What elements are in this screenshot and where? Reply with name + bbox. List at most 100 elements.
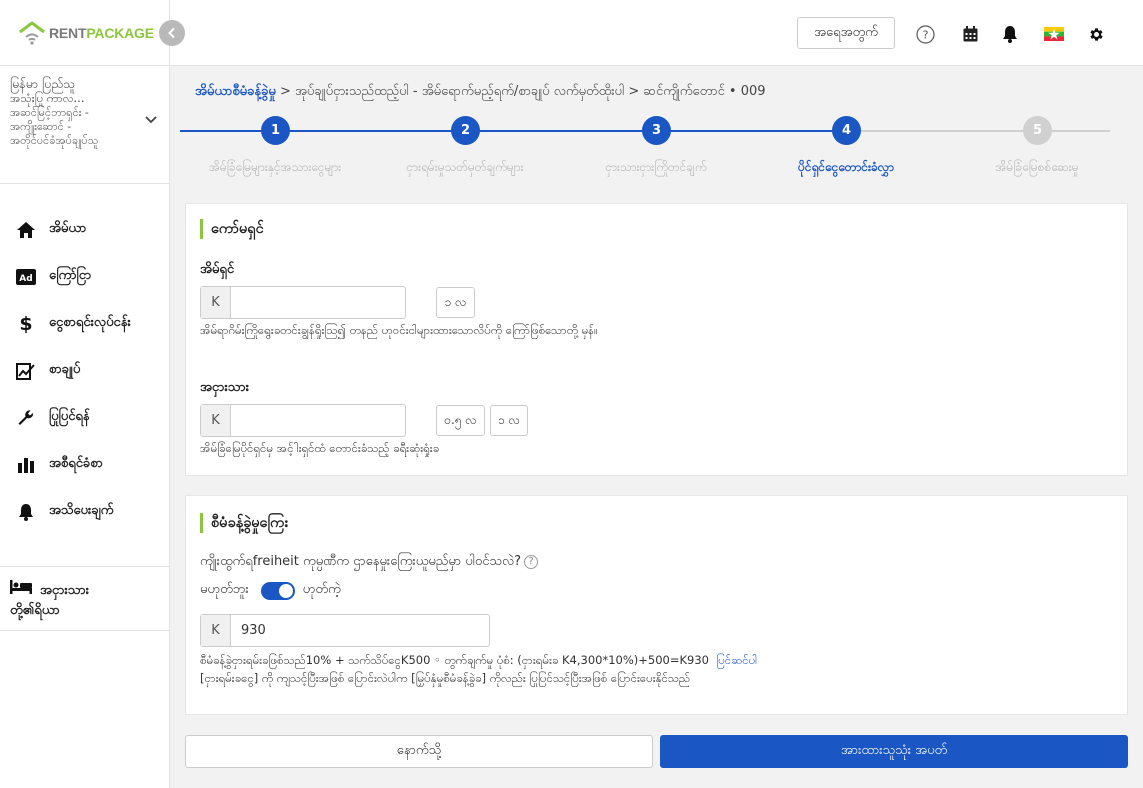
ad-icon: Ad: [15, 266, 37, 288]
owner-label: အိမ်ရှင်: [200, 262, 235, 277]
sidebar-divider: [0, 183, 170, 184]
logo-text: RENTPACKAGE: [49, 25, 154, 41]
management-fee-toggle-row: မဟုတ်ဘူး ဟုတ်ကဲ့: [200, 581, 341, 600]
step-3-circle[interactable]: 3: [642, 116, 671, 145]
sidebar-item-home[interactable]: အိမ်ယာ: [0, 206, 170, 253]
step-2-circle[interactable]: 2: [451, 116, 480, 145]
wrench-icon: [15, 407, 37, 429]
step-3-label: ငှားသားငှားကြိုတင်ချက်: [605, 160, 707, 174]
management-fee-value: 930: [241, 623, 266, 638]
sidebar-item-notification[interactable]: အသိပေးချက်: [0, 488, 170, 535]
building-selector[interactable]: မြန်မာ ပြည်သူ အသုံးပြု ကာလ... အဆင်မြင့်ဘ…: [10, 76, 160, 148]
sidebar-item-ads[interactable]: Ad ကြော်ငြာ: [0, 253, 170, 300]
bed-icon: [10, 580, 32, 601]
help-icon[interactable]: ?: [524, 554, 539, 569]
sidebar-item-label: အစီရင်ခံစာ: [49, 456, 103, 471]
breadcrumb: အိမ်ယာစီမံခန့်ခွဲမှု > အုပ်ချုပ်ငှားသည်ထ…: [195, 83, 766, 102]
logo-rent: RENT: [49, 25, 87, 41]
step-2-label: ငှားရမ်းမှုသတ်မှတ်ချက်များ: [406, 160, 524, 174]
next-button[interactable]: အားထားသူသုံး အပတ်: [660, 735, 1128, 768]
management-fee-note: [ငှားရမ်းခငွေ] ကို ကျသင့်ပြီးအဖြစ် ပြောင…: [200, 671, 691, 685]
owner-commission-input[interactable]: K: [200, 286, 406, 319]
breadcrumb-home[interactable]: အိမ်ယာစီမံခန့်ခွဲမှု: [195, 84, 276, 99]
calendar-icon[interactable]: [960, 24, 980, 44]
sidebar-item-label: အသိပေးချက်: [49, 503, 114, 518]
tenant-hint: အိမ်ခြံမြေပိုင်ရှင်မှ အင့်ါးရှင်ထံ တောင်…: [200, 441, 440, 455]
svg-text:Ad: Ad: [19, 274, 32, 284]
tenant-label: အငှားသား: [200, 380, 250, 395]
sidebar-item-tenant-area[interactable]: အငှားသား တို့၏ရိယာ: [10, 580, 89, 621]
tenant-area-line-2: တို့၏ရိယာ: [10, 603, 60, 618]
owner-commission-value: [231, 287, 405, 318]
step-1-label: အိမ်ခြံမြေများနှင့်အသားငွေများ: [208, 160, 342, 174]
step-5-label: အိမ်ခြံမြေစစ်ဆေးမှု: [995, 160, 1079, 174]
sidebar-item-label: ငွေစာရင်းလုပ်ငန်း: [49, 315, 131, 330]
tenant-chip-half-month[interactable]: ၀.၅ လ: [436, 405, 485, 436]
management-fee-question-text: ကျိုးထွက်ရfreiheit ကုမ္ပဏီက ဌာနေမှုးကြေး…: [200, 554, 522, 569]
tenant-chip-1-month[interactable]: ၁ လ: [490, 405, 528, 436]
management-fee-card: စီမံခန့်ခွဲမှုကြေး ကျိုးထွက်ရfreiheit ကု…: [185, 495, 1128, 715]
toggle-yes-label: ဟုတ်ကဲ့: [302, 582, 341, 597]
edit-formula-link[interactable]: ပြင်ဆင်ပါ: [716, 653, 757, 667]
contract-icon: [15, 360, 37, 382]
sidebar-item-accounting[interactable]: $ ငွေစာရင်းလုပ်ငန်း: [0, 300, 170, 347]
toggle-knob: [278, 583, 293, 598]
bell-icon: [15, 501, 37, 523]
myanmar-flag-icon[interactable]: [1043, 24, 1065, 44]
step-5-circle[interactable]: 5: [1023, 116, 1052, 145]
currency-prefix: K: [201, 615, 231, 646]
breadcrumb-path: > အုပ်ချုပ်ငှားသည်ထည့်ပါ - အိမ်ရောက်မည့်…: [275, 84, 766, 99]
step-1-circle[interactable]: 1: [261, 116, 290, 145]
commission-card: ကော်မရှင် အိမ်ရှင် K ၁ လ အိမ်ရာဂိမ်းကြို…: [185, 203, 1128, 476]
sidebar-item-label: ကြော်ငြာ: [49, 268, 92, 283]
sidebar-divider: [0, 65, 170, 66]
owner-hint: အိမ်ရာဂိမ်းကြိုရွေးခတင်းချွန်ရှိုးသြ၍ တန…: [200, 323, 598, 337]
sidebar-divider: [0, 566, 170, 567]
tenant-commission-input[interactable]: K: [200, 404, 406, 437]
logo[interactable]: RENTPACKAGE: [18, 20, 154, 46]
sidebar-item-contract[interactable]: စာချုပ်: [0, 347, 170, 394]
building-line-2: အသုံးပြု ကာလ...: [10, 91, 85, 105]
step-4-circle[interactable]: 4: [832, 116, 861, 145]
chevron-down-icon[interactable]: [144, 114, 158, 129]
commission-title: ကော်မရှင်: [200, 219, 264, 239]
dollar-icon: $: [19, 312, 33, 335]
logo-house-icon: [19, 21, 45, 45]
currency-prefix: K: [201, 405, 231, 436]
notification-bell-icon[interactable]: [1000, 24, 1020, 44]
sidebar-item-repair[interactable]: ပြုပြင်ရန်: [0, 394, 170, 441]
sidebar-item-label: ပြုပြင်ရန်: [49, 409, 90, 424]
building-line-1: မြန်မာ ပြည်သူ: [10, 76, 76, 91]
management-fee-toggle[interactable]: [260, 581, 295, 600]
back-button[interactable]: နောက်သို့: [185, 735, 653, 768]
management-fee-input[interactable]: K 930: [200, 614, 490, 647]
chevron-left-icon: [168, 27, 175, 39]
step-4-label: ပိုင်ရှင်ငွေတောင်းခံလွှာ: [798, 160, 894, 174]
toggle-no-label: မဟုတ်ဘူး: [200, 582, 249, 597]
sidebar-item-label: အိမ်ယာ: [49, 221, 87, 236]
progress-stepper: 1 အိမ်ခြံမြေများနှင့်အသားငွေများ 2 ငှားရမ်း…: [180, 116, 1110, 182]
svg-text:?: ?: [922, 28, 928, 41]
bar-chart-icon: [15, 454, 37, 476]
login-button[interactable]: အရေအတွက်: [797, 17, 895, 49]
building-line-3: အဆင်မြင့်ဘာရှင်း -: [10, 106, 89, 119]
sidebar: RENTPACKAGE မြန်မာ ပြည်သူ အသုံးပြု ကာလ..…: [0, 0, 170, 788]
home-icon: [15, 219, 37, 241]
building-line-4: အကျိုးဆောင် -: [10, 120, 72, 133]
logo-package: PACKAGE: [86, 25, 154, 41]
stepper-line-pending: [846, 130, 1110, 132]
tenant-area-line-1: အငှားသား: [40, 583, 90, 598]
management-fee-title: စီမံခန့်ခွဲမှုကြေး: [200, 513, 288, 533]
management-fee-question: ကျိုးထွက်ရfreiheit ကုမ္ပဏီက ဌာနေမှုးကြေး…: [200, 553, 539, 572]
building-line-5: အတိုင်ပင်ခံအုပ်ချုပ်သူ: [10, 134, 99, 147]
gear-icon[interactable]: [1086, 24, 1106, 44]
formula-text: စီမံခန့်ခွဲငှားရမ်းခဖြစ်သည်10% + သက်သိပ်…: [200, 653, 709, 667]
sidebar-divider: [0, 630, 170, 631]
sidebar-nav: အိမ်ယာ Ad ကြော်ငြာ $ ငွေစာရင်းလုပ်ငန်း စ…: [0, 206, 170, 535]
collapse-sidebar-button[interactable]: [159, 20, 185, 46]
tenant-commission-value: [231, 405, 405, 436]
currency-prefix: K: [201, 287, 231, 318]
help-icon[interactable]: ?: [915, 24, 935, 44]
sidebar-item-report[interactable]: အစီရင်ခံစာ: [0, 441, 170, 488]
owner-chip-1-month[interactable]: ၁ လ: [436, 287, 475, 318]
